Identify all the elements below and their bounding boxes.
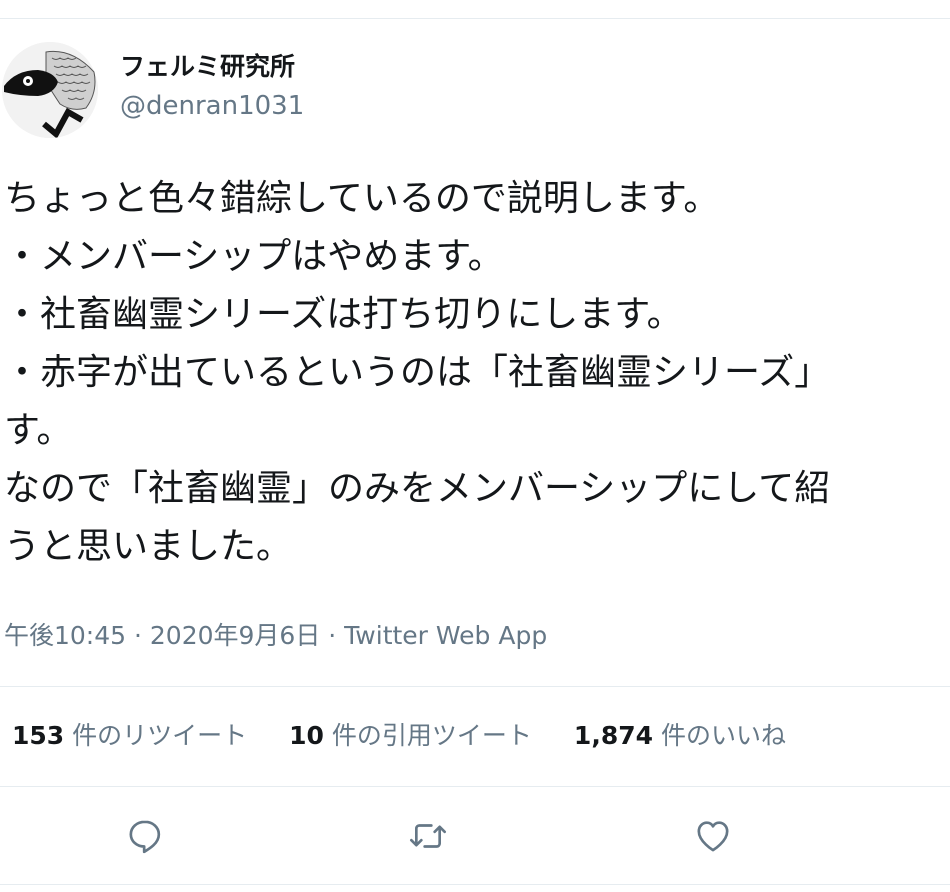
meta-separator: · [320,621,345,650]
meta-divider [0,686,950,687]
reply-button[interactable] [121,812,169,860]
retweets-stat[interactable]: 153 件のリツイート [12,716,247,756]
tweet-text: ちょっと色々錯綜しているので説明します。 ・メンバーシップはやめます。 ・社畜幽… [4,170,950,576]
heart-icon [697,821,729,852]
tweet-stats: 153 件のリツイート 10 件の引用ツイート 1,874 件のいいね [12,716,786,756]
retweet-label: 件のリツイート [72,721,248,750]
tweet-line: ・メンバーシップはやめます。 [4,236,504,277]
tweet-line: す。 [4,410,73,451]
retweet-icon [410,824,446,848]
timestamp-link[interactable]: 午後10:45 · 2020年9月6日 [4,621,320,650]
reply-icon [129,820,161,854]
source-link[interactable]: Twitter Web App [344,621,547,650]
like-button[interactable] [689,812,737,860]
avatar-image [2,42,98,138]
top-divider [0,18,950,19]
stats-divider [0,786,950,787]
like-label: 件のいいね [660,721,786,750]
like-count: 1,874 [573,721,653,750]
tweet-meta: 午後10:45 · 2020年9月6日 · Twitter Web App [4,618,547,654]
avatar[interactable] [2,42,98,138]
author-block[interactable]: フェルミ研究所 @denran1031 [120,50,304,124]
likes-stat[interactable]: 1,874 件のいいね [574,716,786,756]
tweet-line: ・赤字が出ているというのは「社畜幽霊シリーズ」 [4,352,831,393]
quote-tweets-stat[interactable]: 10 件の引用ツイート [289,716,532,756]
tweet-line: うと思いました。 [4,526,293,567]
handle[interactable]: @denran1031 [120,88,304,124]
quote-count: 10 [289,721,324,750]
tweet-line: なので「社畜幽霊」のみをメンバーシップにして紹 [4,468,831,509]
tweet-line: ちょっと色々錯綜しているので説明します。 [4,178,720,219]
retweet-count: 153 [12,721,65,750]
retweet-button[interactable] [404,812,452,860]
quote-label: 件の引用ツイート [331,721,532,750]
display-name[interactable]: フェルミ研究所 [120,50,304,84]
tweet-line: ・社畜幽霊シリーズは打ち切りにします。 [4,294,683,335]
bottom-divider [0,884,950,885]
